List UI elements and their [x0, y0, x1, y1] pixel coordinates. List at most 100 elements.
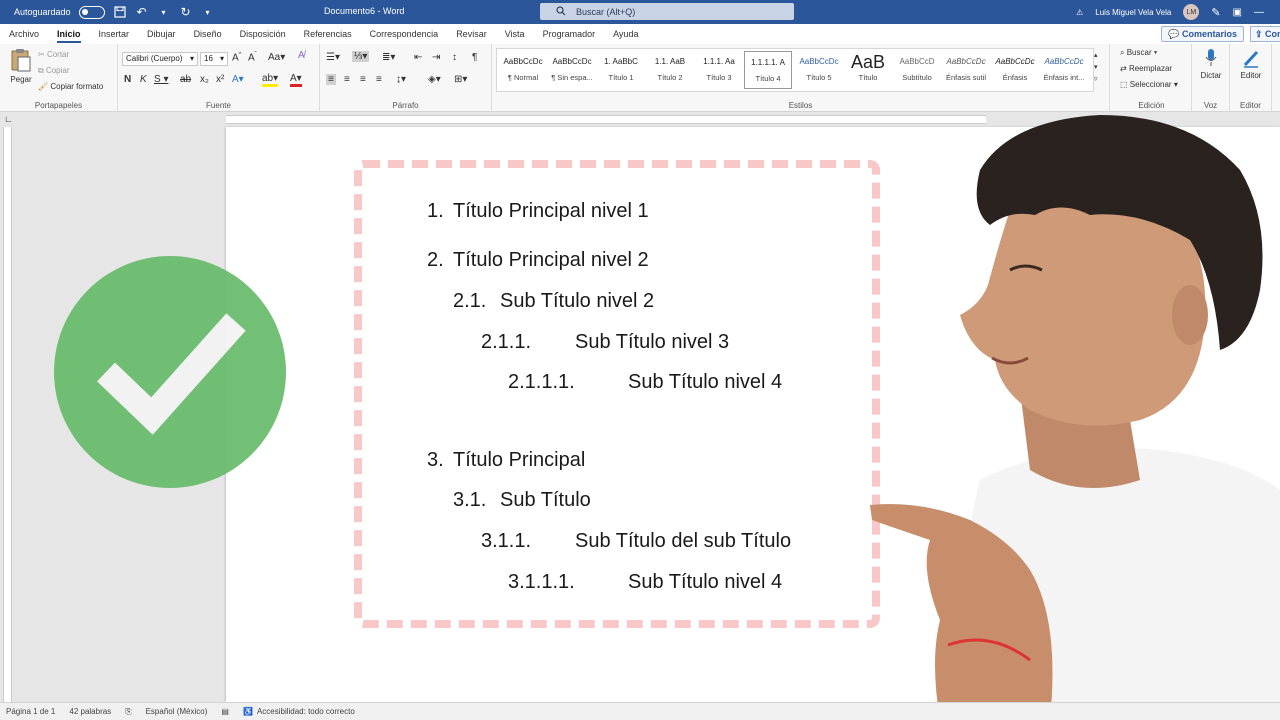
style-heading-4[interactable]: 1.1.1.1. A Título 4 [744, 51, 792, 89]
clear-format-icon[interactable]: A̸ [298, 50, 305, 61]
tab-ayuda[interactable]: Ayuda [604, 24, 647, 44]
bold-icon[interactable]: N [124, 74, 131, 85]
list-item[interactable]: 3.1.1.1. Sub Título nivel 4 [508, 571, 782, 594]
minimize-icon[interactable]: — [1254, 7, 1264, 18]
list-item[interactable]: 2.1.1.1. Sub Título nivel 4 [508, 371, 782, 394]
style-subtitle[interactable]: AaBbCcD Subtítulo [893, 51, 941, 89]
language[interactable]: Español (México) [146, 707, 208, 716]
editor-button[interactable]: Editor [1234, 48, 1268, 80]
strikethrough-icon[interactable]: ab [180, 74, 191, 85]
proofing-icon[interactable]: ⎘ [125, 707, 131, 717]
tab-insertar[interactable]: Insertar [90, 24, 139, 44]
track-changes-icon[interactable]: ▤ [221, 707, 229, 716]
list-item[interactable]: 2. Título Principal nivel 2 [427, 249, 649, 272]
pen-icon[interactable]: ✎ [1211, 6, 1220, 19]
list-item[interactable]: 3.1.1. Sub Título del sub Título [481, 530, 791, 553]
style-intense-emphasis[interactable]: AaBbCcDc Énfasis int... [1040, 51, 1088, 89]
align-left-icon[interactable]: ≡ [326, 74, 336, 85]
redo-icon[interactable]: ↻ [179, 5, 193, 19]
font-family-select[interactable]: Calibri (Cuerpo) ▾ [122, 52, 198, 66]
tab-programador[interactable]: Programador [534, 24, 605, 44]
style-heading-1[interactable]: 1. AaBbC Título 1 [597, 51, 645, 89]
sort-icon[interactable]: ↕ [452, 52, 457, 63]
underline-icon[interactable]: S ▾ [154, 74, 168, 85]
italic-icon[interactable]: K [140, 74, 147, 85]
search-box[interactable]: Buscar (Alt+Q) [540, 3, 794, 20]
style-title[interactable]: AaB Título [844, 51, 892, 89]
undo-dropdown-icon[interactable]: ▾ [157, 5, 171, 19]
accessibility-status[interactable]: Accesibilidad: todo correcto [257, 707, 355, 716]
style-name: ¶ Normal [507, 73, 539, 82]
paste-button[interactable]: Pegar [8, 48, 34, 84]
word-count[interactable]: 42 palabras [69, 707, 111, 716]
autosave-toggle[interactable] [78, 5, 105, 19]
tab-referencias[interactable]: Referencias [295, 24, 361, 44]
paragraph-group: ☰▾ ⅓▾ ≣▾ ⇤ ⇥ ↕ ¶ ≡ ≡ ≡ ≡ ↨▾ ◈▾ ⊞▾ Párraf… [320, 44, 492, 112]
style-name: ¶ Sin espa... [551, 73, 593, 82]
list-item[interactable]: 2.1. Sub Título nivel 2 [453, 290, 654, 313]
numbering-icon[interactable]: ⅓▾ [352, 51, 370, 62]
select-button[interactable]: ⬚ Seleccionar ▾ [1120, 80, 1178, 89]
style-subtle-emphasis[interactable]: AaBbCcDc Énfasis sutil [942, 51, 990, 89]
ribbon-display-icon[interactable]: ▣ [1233, 7, 1242, 18]
line-spacing-icon[interactable]: ↨▾ [396, 74, 406, 85]
superscript-icon[interactable]: x² [216, 74, 224, 85]
bullets-icon[interactable]: ☰▾ [326, 52, 340, 63]
justify-icon[interactable]: ≡ [376, 74, 382, 85]
style-normal[interactable]: AaBbCcDc ¶ Normal [499, 51, 547, 89]
multilevel-list-icon[interactable]: ≣▾ [382, 52, 395, 63]
customize-qat-icon[interactable]: ▾ [201, 5, 215, 19]
list-item[interactable]: 3. Título Principal [427, 449, 585, 472]
align-center-icon[interactable]: ≡ [344, 74, 350, 85]
vertical-ruler[interactable] [0, 127, 14, 702]
tab-selector-icon[interactable]: ∟ [4, 114, 13, 124]
page-count[interactable]: Página 1 de 1 [6, 707, 55, 716]
list-item[interactable]: 3.1. Sub Título [453, 489, 591, 512]
tab-diseno[interactable]: Diseño [185, 24, 231, 44]
avatar[interactable]: LM [1183, 4, 1200, 20]
font-size-select[interactable]: 16 ▾ [200, 52, 228, 66]
tab-revisar[interactable]: Revisar [447, 24, 496, 44]
cut-button[interactable]: ✂ Cortar [38, 50, 69, 59]
change-case-icon[interactable]: Aa▾ [268, 52, 285, 63]
style-heading-2[interactable]: 1.1. AaB Título 2 [646, 51, 694, 89]
font-family-value: Calibri (Cuerpo) [126, 54, 183, 63]
user-name[interactable]: Luis Miguel Vela Vela [1095, 8, 1171, 17]
shading-icon[interactable]: ◈▾ [428, 74, 441, 85]
undo-icon[interactable]: ↶ [135, 5, 149, 19]
show-marks-icon[interactable]: ¶ [472, 52, 477, 63]
save-icon[interactable] [113, 5, 127, 19]
subscript-icon[interactable]: x₂ [200, 74, 209, 85]
text-effects-icon[interactable]: A▾ [232, 74, 244, 85]
list-item[interactable]: 1. Título Principal nivel 1 [427, 200, 649, 223]
borders-icon[interactable]: ⊞▾ [454, 74, 467, 85]
style-no-spacing[interactable]: AaBbCcDc ¶ Sin espa... [548, 51, 596, 89]
style-preview: 1. AaBbC [604, 57, 638, 66]
copy-button[interactable]: ⧉ Copiar [38, 66, 70, 76]
style-name: Título 1 [608, 73, 634, 82]
style-heading-3[interactable]: 1.1.1. Aa Título 3 [695, 51, 743, 89]
find-button[interactable]: ⌕ Buscar ▾ [1120, 48, 1157, 58]
share-button[interactable]: ⇪ Con [1250, 26, 1280, 42]
increase-indent-icon[interactable]: ⇥ [432, 52, 440, 63]
list-item[interactable]: 2.1.1. Sub Título nivel 3 [481, 331, 729, 354]
tab-inicio[interactable]: Inicio [48, 24, 90, 44]
comments-button[interactable]: 💬 Comentarios [1161, 26, 1244, 42]
tab-correspondencia[interactable]: Correspondencia [361, 24, 448, 44]
decrease-indent-icon[interactable]: ⇤ [414, 52, 422, 63]
shrink-font-icon[interactable]: Aˇ [248, 52, 257, 63]
tab-dibujar[interactable]: Dibujar [138, 24, 185, 44]
dictate-button[interactable]: Dictar [1196, 48, 1226, 80]
gallery-scroll-icon[interactable]: ▴ ▾ ▿ [1094, 50, 1098, 86]
font-color-icon[interactable]: A▾ [290, 73, 302, 87]
grow-font-icon[interactable]: A^ [232, 52, 242, 63]
format-painter-button[interactable]: 🖌 Copiar formato [38, 82, 103, 91]
tab-disposicion[interactable]: Disposición [231, 24, 295, 44]
highlight-icon[interactable]: ab▾ [262, 73, 279, 87]
tab-archivo[interactable]: Archivo [0, 24, 48, 44]
align-right-icon[interactable]: ≡ [360, 74, 366, 85]
tab-vista[interactable]: Vista [496, 24, 534, 44]
style-heading-5[interactable]: AaBbCcDc Título 5 [795, 51, 843, 89]
replace-button[interactable]: ⇄ Reemplazar [1120, 64, 1172, 73]
style-emphasis[interactable]: AaBbCcDc Énfasis [991, 51, 1039, 89]
